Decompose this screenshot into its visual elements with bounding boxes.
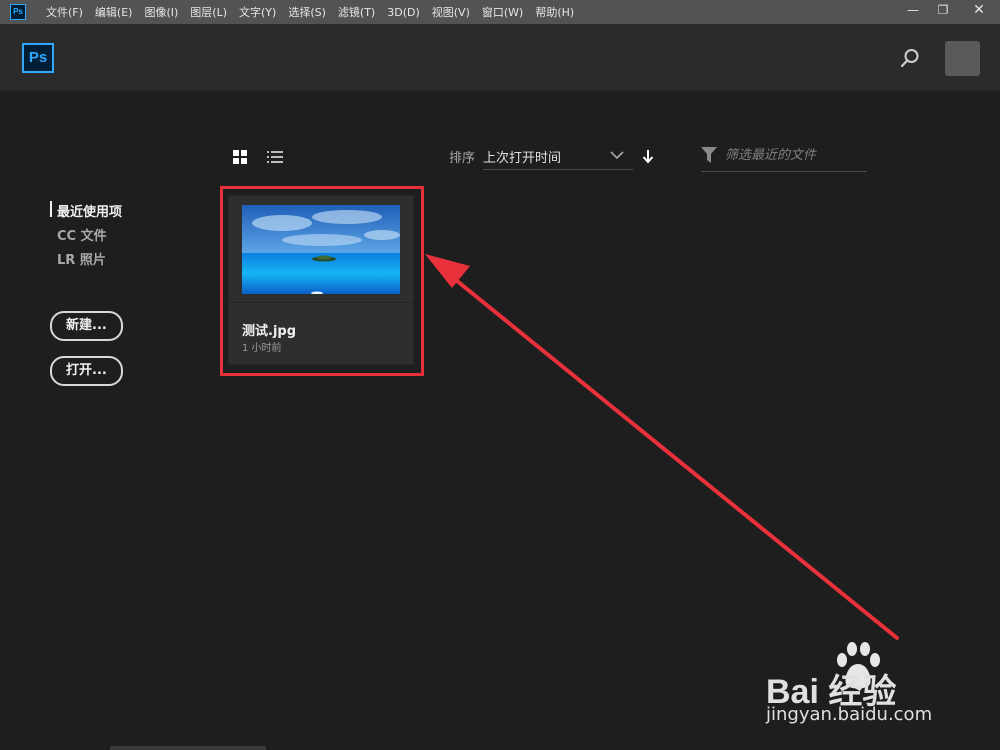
sort-dropdown[interactable]: 上次打开时间 [483,140,633,170]
sort-label: 排序 [449,151,476,166]
open-button[interactable]: 打开... [50,356,123,386]
menu-bar: Ps 文件(F) 编辑(E) 图像(I) 图层(L) 文字(Y) 选择(S) 滤… [0,0,1000,24]
grid-view-icon[interactable] [233,150,247,164]
filter-icon [701,147,717,163]
menu-type[interactable]: 文字(Y) [233,4,282,20]
minimize-button[interactable]: — [898,0,928,20]
menu-3d[interactable]: 3D(D) [381,6,426,19]
menu-select[interactable]: 选择(S) [282,4,332,20]
sidebar-item-cc-files[interactable]: CC 文件 [57,225,107,244]
search-icon[interactable] [900,48,920,68]
filter-field [701,140,867,172]
baidu-jingyan-watermark: Bai 经验 jingyan.baidu.com [766,640,986,730]
menu-image[interactable]: 图像(I) [138,4,184,20]
scrollbar[interactable] [110,746,266,750]
avatar[interactable] [945,41,980,76]
filter-input[interactable] [725,145,865,165]
menu-help[interactable]: 帮助(H) [529,4,580,20]
menu-file[interactable]: 文件(F) [40,4,89,20]
menu-layer[interactable]: 图层(L) [184,4,233,20]
close-button[interactable]: ✕ [958,0,1000,20]
sidebar-item-lr-photos[interactable]: LR 照片 [57,249,106,268]
sidebar: 最近使用项 CC 文件 LR 照片 新建... 打开... [0,90,200,750]
list-view-icon[interactable] [267,150,283,164]
new-button[interactable]: 新建... [50,311,123,341]
restore-button[interactable]: ❐ [928,0,958,20]
sort-value: 上次打开时间 [483,151,562,166]
annotation-highlight-box [220,186,424,376]
menu-window[interactable]: 窗口(W) [476,4,529,20]
chevron-down-icon [610,151,624,160]
window-controls: — ❐ ✕ [898,0,1000,24]
arrow-down-icon[interactable] [641,148,655,164]
home-header: Ps [0,24,1000,91]
photoshop-app-icon[interactable]: Ps [10,4,26,20]
photoshop-logo: Ps [22,43,54,73]
menu-edit[interactable]: 编辑(E) [89,4,139,20]
menu-view[interactable]: 视图(V) [426,4,476,20]
watermark-url: jingyan.baidu.com [766,704,933,725]
active-indicator [50,201,52,217]
menu-filter[interactable]: 滤镜(T) [332,4,381,20]
sidebar-item-recent[interactable]: 最近使用项 [57,201,122,220]
